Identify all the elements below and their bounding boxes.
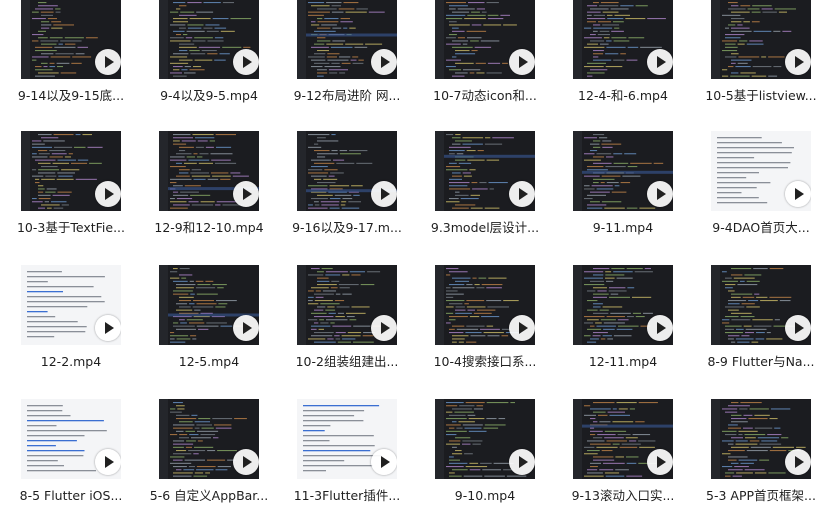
play-icon	[233, 49, 259, 75]
play-icon	[371, 181, 397, 207]
play-icon	[647, 49, 673, 75]
video-thumbnail[interactable]	[435, 131, 535, 211]
play-icon	[785, 181, 811, 207]
video-thumbnail[interactable]	[573, 0, 673, 79]
play-icon	[371, 49, 397, 75]
video-thumbnail[interactable]	[297, 131, 397, 211]
play-icon	[509, 449, 535, 475]
play-icon	[233, 449, 259, 475]
file-name-label[interactable]: 9-14以及9-15底...	[5, 87, 137, 105]
file-name-label[interactable]: 10-2组装组建出...	[281, 353, 413, 371]
play-icon	[233, 315, 259, 341]
file-name-label[interactable]: 8-5 Flutter iOS...	[5, 487, 137, 505]
video-thumbnail[interactable]	[21, 131, 121, 211]
file-name-label[interactable]: 5-3 APP首页框架...	[695, 487, 825, 505]
play-icon	[95, 181, 121, 207]
file-name-label[interactable]: 12-2.mp4	[5, 353, 137, 371]
play-icon	[785, 449, 811, 475]
play-icon	[785, 49, 811, 75]
video-thumbnail[interactable]	[21, 265, 121, 345]
play-icon	[233, 181, 259, 207]
play-icon	[785, 315, 811, 341]
video-thumbnail[interactable]	[159, 399, 259, 479]
play-icon	[509, 49, 535, 75]
play-icon	[509, 181, 535, 207]
file-name-label[interactable]: 9-16以及9-17.m...	[281, 219, 413, 237]
video-thumbnail[interactable]	[435, 399, 535, 479]
file-name-label[interactable]: 10-3基于TextFie...	[5, 219, 137, 237]
file-name-label[interactable]: 9-13滚动入口实...	[557, 487, 689, 505]
play-icon	[371, 315, 397, 341]
video-thumbnail[interactable]	[159, 265, 259, 345]
play-icon	[647, 181, 673, 207]
video-thumbnail[interactable]	[21, 399, 121, 479]
video-thumbnail[interactable]	[573, 131, 673, 211]
video-thumbnail[interactable]	[435, 265, 535, 345]
file-name-label[interactable]: 8-9 Flutter与Na...	[695, 353, 825, 371]
play-icon	[95, 315, 121, 341]
video-thumbnail[interactable]	[711, 131, 811, 211]
play-icon	[95, 49, 121, 75]
file-name-label[interactable]: 9-12布局进阶 网...	[281, 87, 413, 105]
play-icon	[95, 449, 121, 475]
video-thumbnail[interactable]	[297, 0, 397, 79]
video-thumbnail[interactable]	[711, 0, 811, 79]
file-name-label[interactable]: 9-4DAO首页大...	[695, 219, 825, 237]
play-icon	[371, 449, 397, 475]
file-name-label[interactable]: 5-6 自定义AppBar...	[143, 487, 275, 505]
file-name-label[interactable]: 9.3model层设计...	[419, 219, 551, 237]
video-thumbnail[interactable]	[21, 0, 121, 79]
video-thumbnail[interactable]	[159, 0, 259, 79]
play-icon	[647, 315, 673, 341]
play-icon	[509, 315, 535, 341]
file-name-label[interactable]: 10-7动态icon和...	[419, 87, 551, 105]
video-thumbnail[interactable]	[573, 399, 673, 479]
file-name-label[interactable]: 9-10.mp4	[419, 487, 551, 505]
file-name-label[interactable]: 12-9和12-10.mp4	[143, 219, 275, 237]
video-thumbnail[interactable]	[159, 131, 259, 211]
video-thumbnail[interactable]	[573, 265, 673, 345]
video-thumbnail[interactable]	[435, 0, 535, 79]
file-name-label[interactable]: 9-11.mp4	[557, 219, 689, 237]
file-name-label[interactable]: 11-3Flutter插件...	[281, 487, 413, 505]
file-name-label[interactable]: 12-4-和-6.mp4	[557, 87, 689, 105]
video-thumbnail[interactable]	[297, 265, 397, 345]
file-name-label[interactable]: 10-5基于listview...	[695, 87, 825, 105]
file-name-label[interactable]: 12-5.mp4	[143, 353, 275, 371]
file-name-label[interactable]: 12-11.mp4	[557, 353, 689, 371]
video-thumbnail[interactable]	[711, 399, 811, 479]
video-thumbnail[interactable]	[297, 399, 397, 479]
video-thumbnail[interactable]	[711, 265, 811, 345]
play-icon	[647, 449, 673, 475]
file-name-label[interactable]: 10-4搜索接口系...	[419, 353, 551, 371]
file-name-label[interactable]: 9-4以及9-5.mp4	[143, 87, 275, 105]
